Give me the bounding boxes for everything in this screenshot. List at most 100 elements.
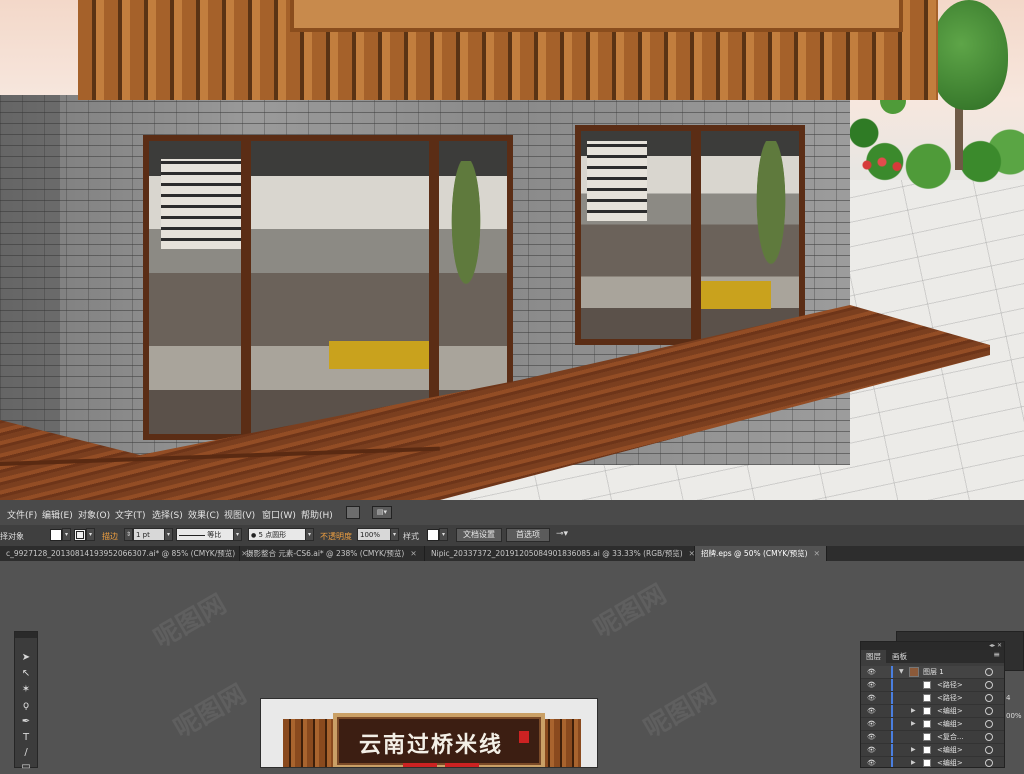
menu-file[interactable]: 文件(F) [7, 508, 37, 521]
tab-layers[interactable]: 图层 [861, 650, 886, 663]
layers-panel: ◂▸ ✕ 图层 画板 ≡ 👁 ▼ 图层 1 👁 <路径> 👁 <路径> 👁 ▶ … [860, 641, 1005, 768]
doc-tab-2[interactable]: 摄影整合 元素-CS6.ai* @ 238% (CMYK/预览) ✕ [240, 546, 425, 561]
menu-window[interactable]: 窗口(W) [262, 508, 296, 521]
doc-tab-3[interactable]: Nipic_20337372_20191205084901836085.ai @… [425, 546, 695, 561]
layer-thumbnail [923, 759, 931, 767]
layers-tabs: 图层 画板 ≡ [861, 650, 1004, 663]
target-icon[interactable] [985, 759, 993, 767]
opacity-field[interactable]: 100% [357, 528, 391, 541]
target-icon[interactable] [985, 746, 993, 754]
layer-name[interactable]: <路径> [937, 679, 963, 691]
stroke-label[interactable]: 描边 [102, 531, 118, 542]
layer-name[interactable]: <路径> [937, 692, 963, 704]
brush-field[interactable]: ● 5 点圆形 [248, 528, 306, 541]
document-setup-button[interactable]: 文档设置 [456, 528, 502, 542]
bridge-icon[interactable] [346, 506, 360, 519]
layer-thumbnail [923, 694, 931, 702]
layer-row[interactable]: 👁 ▶ <编组> [861, 705, 1004, 718]
close-icon[interactable]: ✕ [410, 549, 416, 558]
tab-artboards[interactable]: 画板 [887, 650, 912, 663]
expand-arrow-icon[interactable]: ▶ [911, 705, 916, 717]
artboard[interactable]: 云南过桥米线 [260, 698, 598, 768]
target-icon[interactable] [985, 707, 993, 715]
sign-board-frame [290, 0, 903, 32]
layer-row[interactable]: 👁 ▶ <编组> [861, 718, 1004, 731]
preferences-button[interactable]: 首选项 [506, 528, 550, 542]
opacity-label[interactable]: 不透明度 [320, 531, 352, 542]
target-icon[interactable] [985, 720, 993, 728]
type-tool-icon[interactable]: T [19, 731, 33, 745]
magic-wand-tool-icon[interactable]: ✶ [19, 683, 33, 697]
pen-tool-icon[interactable]: ✒ [19, 715, 33, 729]
menu-object[interactable]: 对象(O) [78, 508, 110, 521]
target-icon[interactable] [985, 681, 993, 689]
arrange-documents-icon[interactable]: ▤▾ [372, 506, 392, 519]
layer-row[interactable]: 👁 ▶ <编组> [861, 757, 1004, 767]
direct-selection-tool-icon[interactable]: ↖ [19, 667, 33, 681]
menu-view[interactable]: 视图(V) [224, 508, 255, 521]
layer-row[interactable]: 👁 <复合... [861, 731, 1004, 744]
layer-row[interactable]: 👁 <路径> [861, 692, 1004, 705]
fill-dropdown[interactable]: ▾ [62, 528, 71, 541]
stroke-profile-dropdown[interactable]: ▾ [233, 528, 242, 541]
visibility-eye-icon[interactable]: 👁 [867, 757, 877, 767]
target-icon[interactable] [985, 733, 993, 741]
layer-name[interactable]: <编组> [937, 744, 963, 756]
menu-effect[interactable]: 效果(C) [188, 508, 219, 521]
layer-name[interactable]: <编组> [937, 718, 963, 730]
line-tool-icon[interactable]: / [19, 746, 33, 760]
expand-arrow-icon[interactable]: ▶ [911, 757, 916, 767]
layer-color [891, 731, 893, 743]
expand-arrow-icon[interactable]: ▶ [911, 718, 916, 730]
layer-thumbnail [923, 707, 931, 715]
layer-row[interactable]: 👁 ▶ <编组> [861, 744, 1004, 757]
layer-name[interactable]: 图层 1 [923, 666, 944, 678]
style-swatch[interactable] [427, 529, 439, 541]
close-icon[interactable]: ✕ [689, 549, 695, 558]
visibility-eye-icon[interactable]: 👁 [867, 666, 877, 678]
layers-panel-header[interactable]: ◂▸ ✕ [861, 642, 1004, 650]
stroke-weight-stepper[interactable]: ⇕ [124, 528, 133, 541]
visibility-eye-icon[interactable]: 👁 [867, 679, 877, 691]
menu-select[interactable]: 选择(S) [152, 508, 183, 521]
layer-row[interactable]: 👁 ▼ 图层 1 [861, 666, 1004, 679]
menu-type[interactable]: 文字(T) [115, 508, 146, 521]
target-icon[interactable] [985, 694, 993, 702]
opacity-dropdown[interactable]: ▾ [390, 528, 399, 541]
visibility-eye-icon[interactable]: 👁 [867, 718, 877, 730]
layer-row[interactable]: 👁 <路径> [861, 679, 1004, 692]
stroke-profile-field[interactable]: 等比 [176, 528, 234, 541]
visibility-eye-icon[interactable]: 👁 [867, 744, 877, 756]
selection-tool-icon[interactable]: ➤ [19, 651, 33, 665]
panel-menu-icon[interactable]: ≡ [993, 650, 1000, 659]
brush-dropdown[interactable]: ▾ [305, 528, 314, 541]
stroke-weight-field[interactable]: 1 pt [133, 528, 165, 541]
tools-panel-header[interactable] [15, 632, 37, 638]
lasso-tool-icon[interactable]: ϙ [19, 699, 33, 713]
fill-swatch[interactable] [50, 529, 62, 541]
doc-tab-label: Nipic_20337372_20191205084901836085.ai @… [431, 549, 683, 558]
doc-tab-4[interactable]: 招牌.eps @ 50% (CMYK/预览) ✕ [695, 546, 827, 561]
layer-name[interactable]: <编组> [937, 757, 963, 767]
target-icon[interactable] [985, 668, 993, 676]
signboard[interactable]: 云南过桥米线 [333, 713, 545, 767]
menu-help[interactable]: 帮助(H) [301, 508, 333, 521]
menu-edit[interactable]: 编辑(E) [42, 508, 73, 521]
close-icon[interactable]: ✕ [814, 549, 820, 558]
layer-thumbnail [923, 746, 931, 754]
layer-name[interactable]: <复合... [937, 731, 964, 743]
expand-arrow-icon[interactable]: ▼ [899, 666, 904, 678]
expand-arrow-icon[interactable]: ▶ [911, 744, 916, 756]
layer-name[interactable]: <编组> [937, 705, 963, 717]
stroke-weight-dropdown[interactable]: ▾ [164, 528, 173, 541]
style-dropdown[interactable]: ▾ [439, 528, 448, 541]
visibility-eye-icon[interactable]: 👁 [867, 692, 877, 704]
stroke-swatch[interactable] [74, 529, 86, 541]
rectangle-tool-icon[interactable]: ▭ [19, 760, 33, 774]
watermark: 呢图网 [588, 579, 672, 645]
visibility-eye-icon[interactable]: 👁 [867, 731, 877, 743]
options-icon[interactable]: ⊸▾ [556, 529, 568, 539]
doc-tab-1[interactable]: c_9927128_20130814193952066307.ai* @ 85%… [0, 546, 247, 561]
visibility-eye-icon[interactable]: 👁 [867, 705, 877, 717]
stroke-dropdown[interactable]: ▾ [86, 528, 95, 541]
